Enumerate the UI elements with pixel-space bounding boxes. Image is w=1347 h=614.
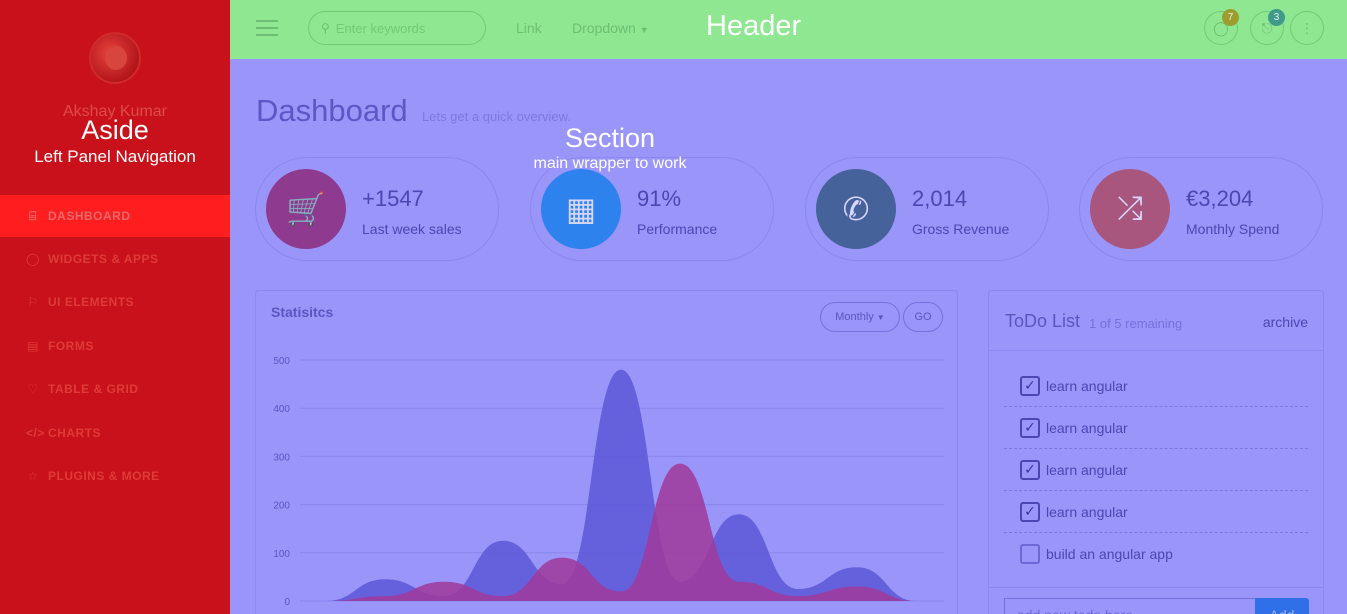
notifications-badge: 3 bbox=[1268, 9, 1285, 26]
stat-value: €3,204 bbox=[1186, 186, 1254, 211]
statistics-panel: Statisitcs Monthly ▼ GO 500 400 300 200 100 0 bbox=[255, 290, 958, 614]
aside-subtitle: Left Panel Navigation bbox=[34, 147, 196, 166]
section-subtitle: main wrapper to work bbox=[533, 155, 687, 172]
sidebar-item-label: CHARTS bbox=[48, 425, 101, 440]
search-input[interactable] bbox=[335, 20, 466, 36]
header-link[interactable]: Link bbox=[516, 20, 542, 36]
y-tick-label: 500 bbox=[273, 356, 290, 367]
y-tick-label: 300 bbox=[273, 452, 290, 463]
stat-value: 91% bbox=[637, 186, 682, 211]
todo-header: ToDo List 1 of 5 remaining archive bbox=[989, 291, 1323, 351]
todo-remaining-count: 1 of 5 remaining bbox=[1089, 316, 1183, 331]
stat-label: Performance bbox=[637, 221, 718, 237]
stat-value: 2,014 bbox=[912, 186, 968, 211]
new-todo-input[interactable] bbox=[1004, 598, 1256, 614]
comment-icon: ◯ bbox=[26, 251, 40, 266]
file-icon: ▤ bbox=[27, 338, 39, 353]
aside-title: Aside bbox=[81, 115, 149, 145]
aside-panel: Akshay Kumar Aside Left Panel Navigation… bbox=[0, 0, 230, 614]
todo-title: ToDo List bbox=[1005, 311, 1081, 331]
code-icon: </> bbox=[26, 425, 45, 440]
todo-text: learn angular bbox=[1046, 419, 1128, 436]
stat-label: Monthly Spend bbox=[1186, 221, 1280, 237]
sidebar-item-label: TABLE & GRID bbox=[48, 382, 139, 397]
sidebar-nav: ⌸ DASHBOARD ◯ WIDGETS & APPS ⚐ UI ELEMENTS ▤ FO… bbox=[0, 195, 230, 498]
section-title: Section bbox=[564, 123, 656, 153]
messages-button[interactable]: ◯ 7 bbox=[1204, 9, 1239, 45]
todo-item: ✓ learn angular bbox=[1004, 407, 1308, 449]
todo-text: learn angular bbox=[1046, 377, 1128, 394]
add-todo-button[interactable]: Add bbox=[1255, 598, 1309, 614]
sidebar-item-dashboard[interactable]: ⌸ DASHBOARD bbox=[0, 195, 230, 237]
page-subtitle: Lets get a quick overview. bbox=[422, 109, 571, 124]
sidebar-item-forms[interactable]: ▤ FORMS bbox=[0, 324, 230, 368]
caret-down-icon: ▼ bbox=[639, 25, 649, 35]
sidebar-item-label: DASHBOARD bbox=[48, 209, 131, 223]
search-icon: ⚲ bbox=[321, 21, 330, 35]
todo-checkbox[interactable] bbox=[1020, 544, 1040, 564]
phone-icon: ✆ bbox=[816, 169, 896, 249]
todo-text: build an angular app bbox=[1046, 546, 1173, 562]
stat-value: +1547 bbox=[362, 186, 424, 211]
statistics-chart: 500 400 300 200 100 0 bbox=[273, 356, 944, 608]
qrcode-icon: ▦ bbox=[541, 169, 621, 249]
hamburger-menu-icon[interactable] bbox=[256, 20, 278, 36]
notifications-button[interactable]: ⎋ 3 bbox=[1250, 9, 1285, 45]
todo-text: learn angular bbox=[1046, 461, 1128, 478]
avatar-image bbox=[105, 46, 127, 70]
more-options-button[interactable]: ⋮ bbox=[1290, 11, 1324, 45]
shuffle-icon: ⤮ bbox=[1090, 169, 1170, 249]
avatar[interactable] bbox=[89, 32, 141, 84]
todo-checkbox[interactable]: ✓ bbox=[1020, 375, 1040, 396]
todo-item: ✓ learn angular bbox=[1004, 491, 1308, 533]
sidebar-item-ui-elements[interactable]: ⚐ UI ELEMENTS bbox=[0, 281, 230, 325]
sidebar-item-charts[interactable]: </> CHARTS bbox=[0, 411, 230, 455]
flag-icon: ⚐ bbox=[27, 295, 39, 310]
archive-link[interactable]: archive bbox=[1263, 314, 1308, 330]
bookmark-icon: ⌸ bbox=[29, 208, 37, 223]
todo-list: ✓ learn angular ✓ learn angular ✓ learn angul… bbox=[1004, 365, 1308, 575]
area-series-1 bbox=[326, 369, 916, 601]
sidebar-item-table-grid[interactable]: ♡ TABLE & GRID bbox=[0, 368, 230, 412]
sidebar-item-label: FORMS bbox=[48, 338, 94, 353]
main-section: Dashboard Lets get a quick overview. 🛒 +1… bbox=[230, 59, 1347, 614]
stat-label: Last week sales bbox=[362, 221, 462, 237]
stat-card: ⤮ €3,204 Monthly Spend bbox=[1079, 157, 1323, 261]
todo-text: learn angular bbox=[1046, 503, 1128, 520]
sidebar-item-label: UI ELEMENTS bbox=[48, 295, 135, 310]
y-tick-label: 400 bbox=[273, 404, 290, 415]
messages-badge: 7 bbox=[1222, 9, 1239, 26]
todo-footer: Add bbox=[989, 587, 1323, 614]
stat-label: Gross Revenue bbox=[912, 221, 1010, 237]
y-tick-label: 100 bbox=[273, 549, 290, 560]
star-icon: ☆ bbox=[27, 469, 39, 484]
sidebar-item-widgets-apps[interactable]: ◯ WIDGETS & APPS bbox=[0, 237, 230, 281]
sidebar-item-label: PLUGINS & MORE bbox=[48, 469, 160, 484]
header: ⚲ Link Dropdown ▼ Header ◯ 7 ⎋ 3 ⋮ bbox=[230, 0, 1347, 59]
sidebar-item-label: WIDGETS & APPS bbox=[48, 251, 159, 266]
todo-checkbox[interactable]: ✓ bbox=[1020, 501, 1040, 522]
more-vertical-icon: ⋮ bbox=[1300, 19, 1314, 36]
header-dropdown-label: Dropdown bbox=[572, 20, 636, 36]
sidebar-item-plugins-more[interactable]: ☆ PLUGINS & MORE bbox=[0, 455, 230, 499]
todo-checkbox[interactable]: ✓ bbox=[1020, 417, 1040, 438]
todo-checkbox[interactable]: ✓ bbox=[1020, 459, 1040, 480]
todo-item: ✓ learn angular bbox=[1004, 449, 1308, 491]
todo-panel: ToDo List 1 of 5 remaining archive ✓ lear… bbox=[988, 290, 1324, 614]
heart-icon: ♡ bbox=[27, 382, 39, 397]
y-tick-label: 0 bbox=[284, 597, 290, 608]
search-box[interactable]: ⚲ bbox=[308, 11, 486, 45]
header-dropdown[interactable]: Dropdown ▼ bbox=[572, 20, 649, 36]
todo-item: ✓ learn angular bbox=[1004, 365, 1308, 407]
cart-icon: 🛒 bbox=[266, 169, 346, 249]
header-title: Header bbox=[706, 10, 802, 42]
y-tick-label: 200 bbox=[273, 501, 290, 512]
todo-item: build an angular app bbox=[1004, 533, 1308, 575]
